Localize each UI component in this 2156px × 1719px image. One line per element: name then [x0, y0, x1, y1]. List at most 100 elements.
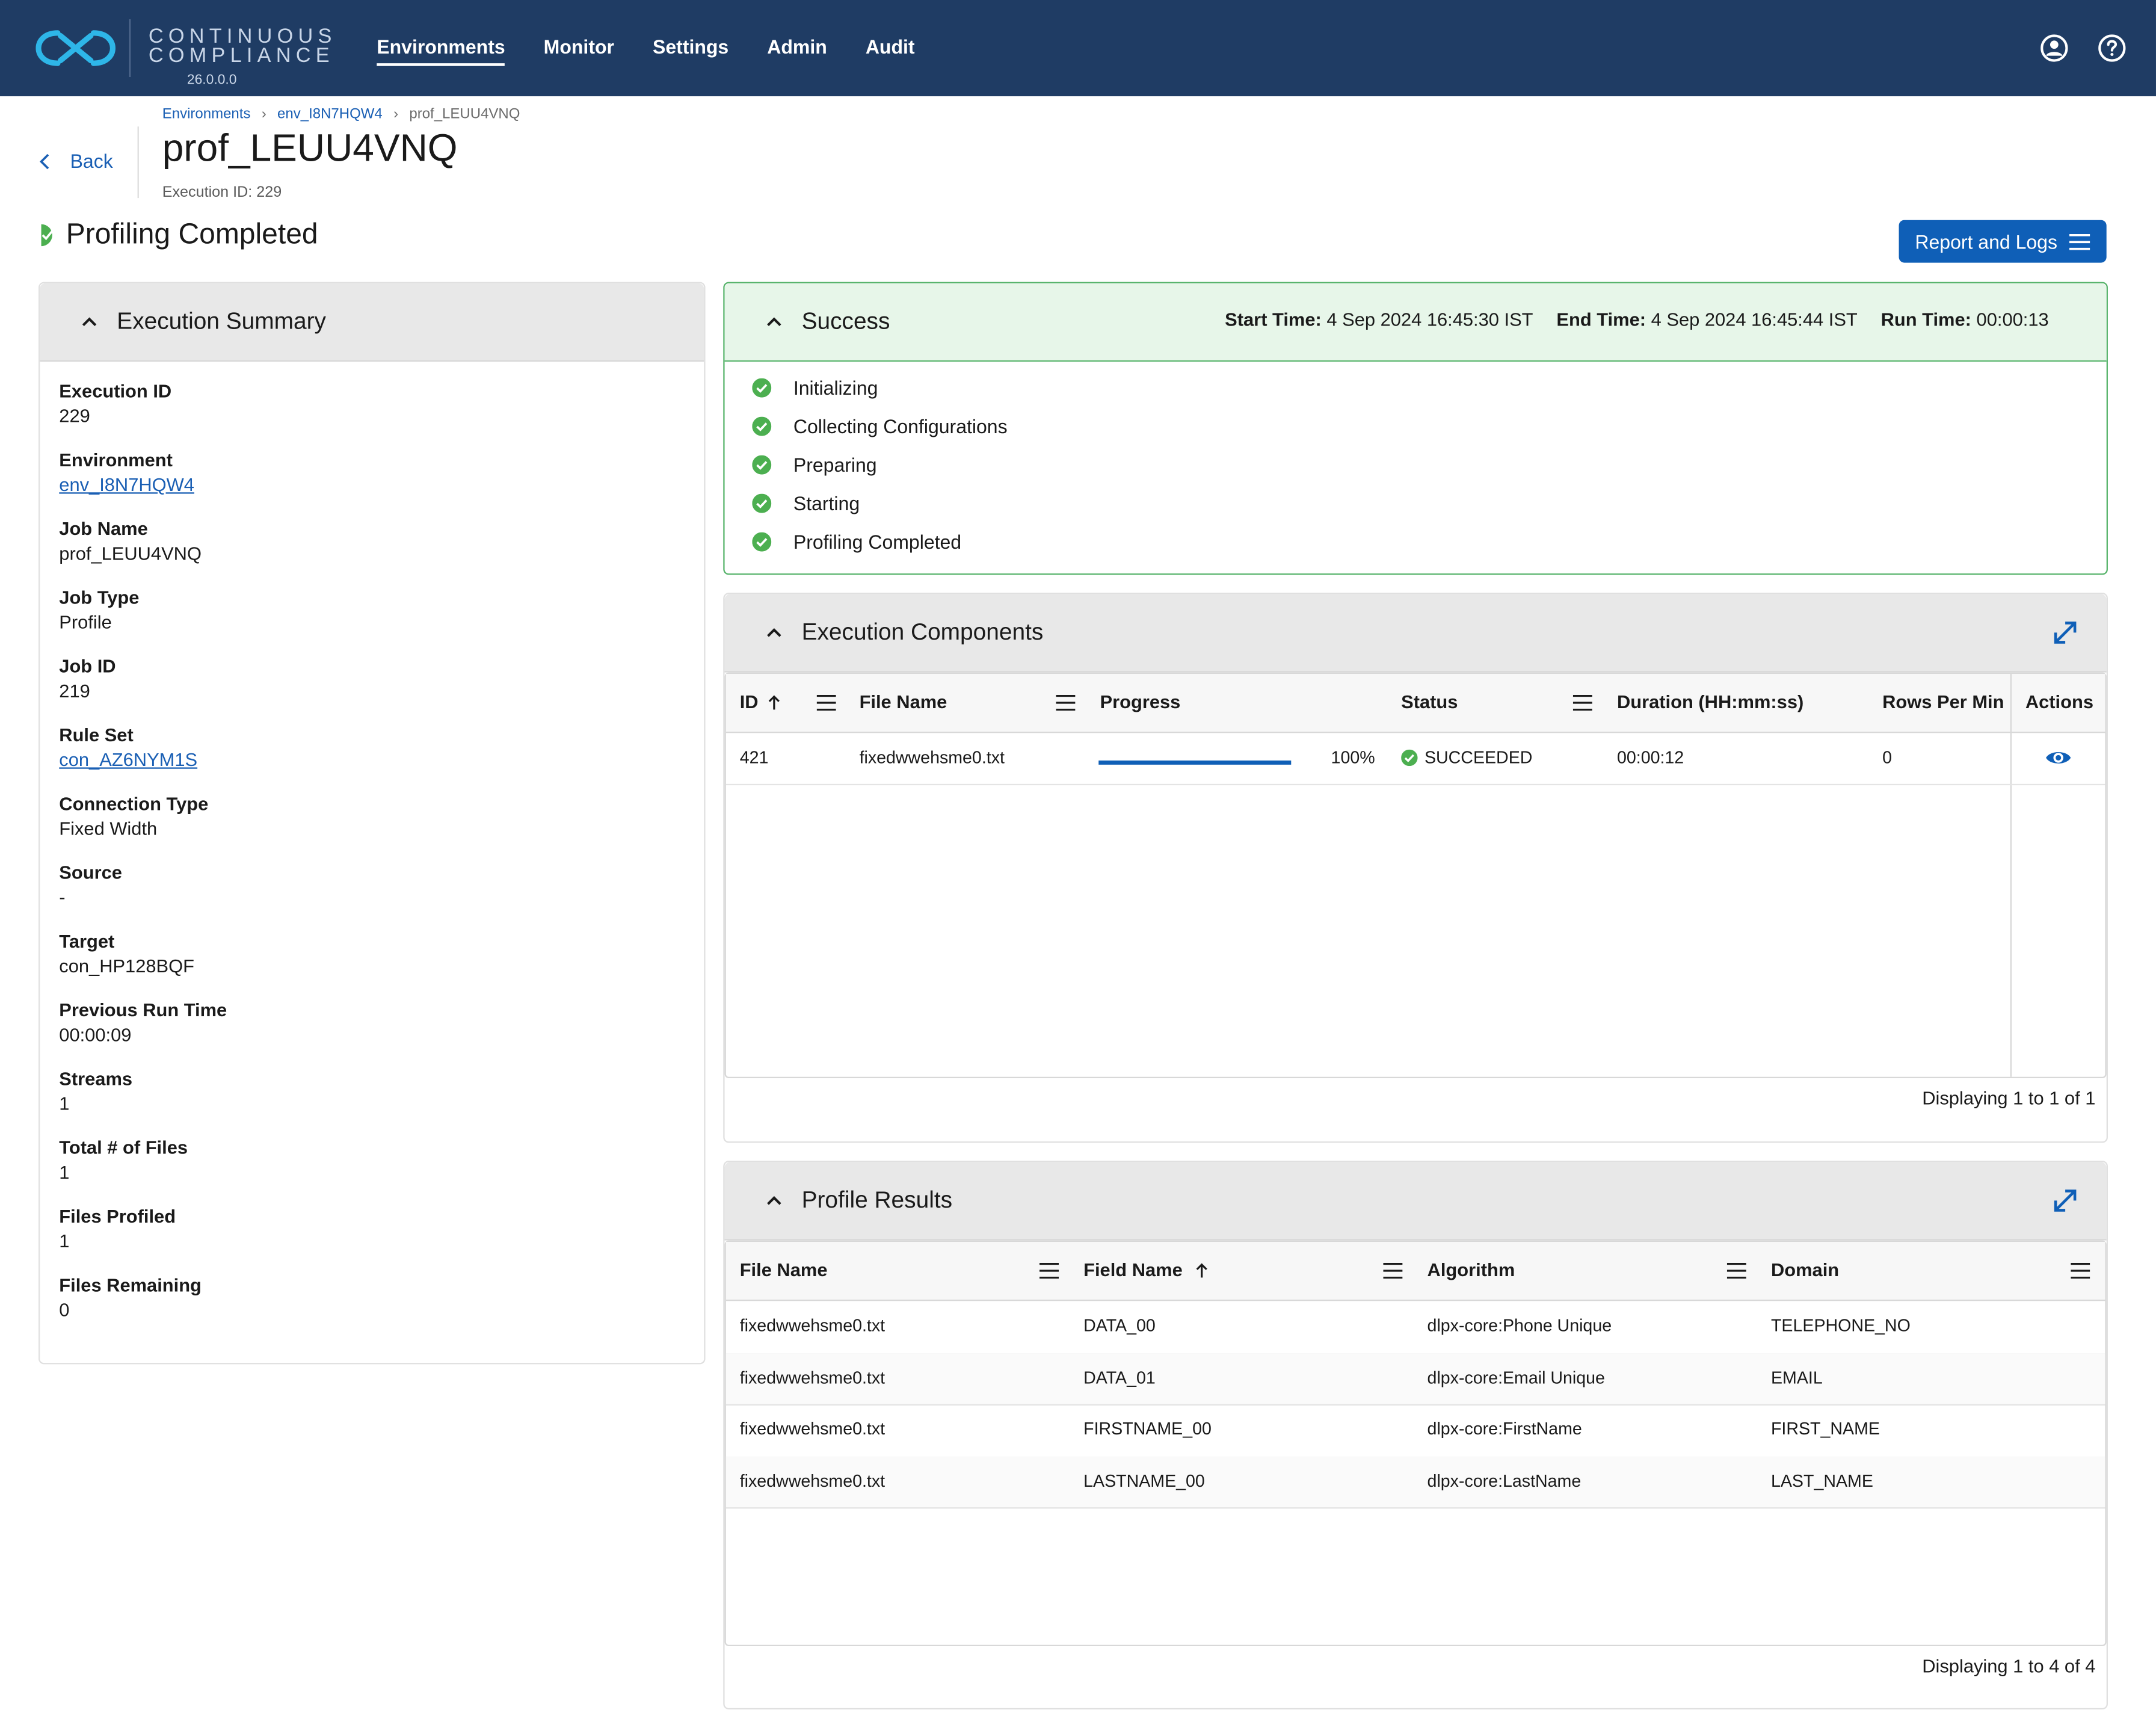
nav-audit[interactable]: Audit: [866, 35, 915, 66]
table-row[interactable]: fixedwwehsme0.txt LASTNAME_00 dlpx-core:La…: [725, 1456, 2105, 1510]
summary-field: Job ID 219: [59, 655, 227, 723]
components-pagination: Displaying 1 to 1 of 1: [1922, 1087, 2096, 1109]
step-item: Preparing: [752, 446, 1007, 484]
success-check-icon: [752, 378, 772, 398]
summary-field: Job Type Profile: [59, 586, 227, 655]
step-item: Collecting Configurations: [752, 407, 1008, 446]
col-algorithm[interactable]: Algorithm: [1428, 1260, 1515, 1280]
cell-id: 421: [739, 748, 769, 768]
chevron-up-icon[interactable]: [766, 1193, 782, 1209]
col-id[interactable]: ID: [740, 692, 759, 712]
table-row[interactable]: fixedwwehsme0.txt DATA_01 dlpx-core:Email …: [725, 1353, 2105, 1406]
summary-field: Total # of Files 1: [59, 1136, 227, 1205]
brand-name: CONTINUOUS COMPLIANCE: [149, 26, 337, 66]
column-menu-icon[interactable]: [2071, 1262, 2090, 1279]
step-label: Initializing: [793, 377, 878, 399]
main-nav: Environments Monitor Settings Admin Audi…: [377, 35, 915, 66]
summary-field: Connection Type Fixed Width: [59, 792, 227, 861]
sort-ascending-icon[interactable]: [1195, 1262, 1209, 1279]
end-time: End Time: 4 Sep 2024 16:45:44 IST: [1556, 309, 1857, 330]
report-and-logs-button[interactable]: Report and Logs: [1899, 220, 2107, 263]
nav-environments[interactable]: Environments: [377, 35, 505, 66]
table-row[interactable]: 421 fixedwwehsme0.txt 100% SUCCEEDED 00:…: [725, 733, 2105, 786]
cell-algorithm: dlpx-core:Email Unique: [1427, 1368, 1605, 1387]
success-title: Success: [801, 307, 890, 335]
nav-monitor[interactable]: Monitor: [544, 35, 614, 66]
cell-domain: EMAIL: [1770, 1368, 1823, 1387]
table-row[interactable]: fixedwwehsme0.txt FIRSTNAME_00 dlpx-core:F…: [725, 1404, 2105, 1458]
components-grid: ID File Name Progress Status Duration (H…: [724, 672, 2107, 1078]
run-time-label: Run Time:: [1880, 309, 1971, 330]
summary-field-label: Environment: [59, 449, 173, 471]
cell-file-name: fixedwwehsme0.txt: [739, 1419, 886, 1439]
summary-field-value: 1: [59, 1162, 70, 1183]
col-progress[interactable]: Progress: [1100, 692, 1181, 712]
step-label: Preparing: [793, 454, 877, 476]
back-button[interactable]: Back: [38, 150, 113, 172]
sort-ascending-icon[interactable]: [767, 694, 781, 711]
col-profile-file-name[interactable]: File Name: [740, 1260, 828, 1280]
expand-icon[interactable]: [2051, 619, 2079, 647]
cell-algorithm: dlpx-core:FirstName: [1427, 1419, 1582, 1439]
execution-components-title: Execution Components: [801, 619, 1044, 645]
summary-field-value: 00:00:09: [59, 1024, 132, 1046]
table-row[interactable]: fixedwwehsme0.txt DATA_00 dlpx-core:Phone …: [725, 1301, 2105, 1354]
breadcrumb-environment[interactable]: env_I8N7HQW4: [277, 106, 383, 122]
account-icon[interactable]: [2039, 33, 2069, 63]
summary-field: Files Profiled 1: [59, 1205, 227, 1273]
progress-bar: [1098, 760, 1292, 765]
cell-file-name: fixedwwehsme0.txt: [739, 1471, 886, 1491]
summary-field-link[interactable]: con_AZ6NYM1S: [59, 747, 227, 773]
step-item: Starting: [752, 484, 1007, 523]
column-menu-icon[interactable]: [1726, 1262, 1746, 1279]
column-menu-icon[interactable]: [1056, 694, 1076, 711]
column-menu-icon[interactable]: [816, 694, 836, 711]
step-label: Profiling Completed: [793, 531, 962, 553]
cell-field-name: DATA_00: [1083, 1316, 1156, 1336]
execution-summary-title: Execution Summary: [117, 307, 326, 335]
chevron-right-icon: ›: [261, 105, 266, 123]
chevron-left-icon: [39, 153, 49, 169]
column-menu-icon[interactable]: [1039, 1262, 1059, 1279]
help-icon[interactable]: [2097, 33, 2127, 63]
breadcrumb-environments[interactable]: Environments: [162, 106, 251, 122]
chevron-up-icon[interactable]: [766, 625, 782, 641]
cell-progress-percent: 100%: [1331, 748, 1375, 768]
col-duration[interactable]: Duration (HH:mm:ss): [1617, 692, 1803, 712]
col-domain[interactable]: Domain: [1771, 1260, 1839, 1280]
profile-results-header: Profile Results: [724, 1162, 2107, 1241]
summary-field-value: con_HP128BQF: [59, 955, 194, 977]
execution-summary-header: Execution Summary: [40, 283, 704, 362]
success-check-icon: [1401, 749, 1418, 767]
summary-field-label: Job ID: [59, 656, 116, 677]
success-check-icon: [752, 532, 772, 552]
success-check-icon: [752, 455, 772, 475]
end-time-value: 4 Sep 2024 16:45:44 IST: [1651, 309, 1858, 330]
col-file-name[interactable]: File Name: [860, 692, 947, 712]
summary-field-value: 1: [59, 1230, 70, 1251]
summary-field-value: Profile: [59, 612, 112, 633]
execution-components-panel: Execution Components ID File Name Progre…: [723, 593, 2108, 1143]
col-field-name[interactable]: Field Name: [1083, 1260, 1183, 1280]
summary-fields: Execution ID 229 Environment env_I8N7HQW4 Jo…: [59, 380, 227, 1342]
cell-domain: LAST_NAME: [1770, 1471, 1873, 1491]
col-rows-per-min[interactable]: Rows Per Min: [1882, 692, 2004, 712]
cell-algorithm: dlpx-core:Phone Unique: [1427, 1316, 1612, 1336]
col-status[interactable]: Status: [1401, 692, 1458, 712]
nav-admin[interactable]: Admin: [767, 35, 827, 66]
chevron-up-icon[interactable]: [766, 313, 782, 330]
profile-results-grid: File Name Field Name Algorithm Domain fi…: [724, 1240, 2107, 1646]
summary-field-label: Total # of Files: [59, 1137, 188, 1158]
summary-field-link[interactable]: env_I8N7HQW4: [59, 472, 227, 498]
view-eye-icon[interactable]: [2045, 747, 2072, 769]
cell-file-name: fixedwwehsme0.txt: [859, 748, 1005, 768]
expand-icon[interactable]: [2051, 1187, 2079, 1215]
summary-field-label: Files Remaining: [59, 1274, 202, 1296]
nav-settings[interactable]: Settings: [653, 35, 728, 66]
chevron-up-icon[interactable]: [81, 313, 97, 330]
column-menu-icon[interactable]: [1572, 694, 1592, 711]
breadcrumb-current: prof_LEUU4VNQ: [409, 105, 520, 123]
profile-results-title: Profile Results: [801, 1187, 953, 1213]
cell-field-name: FIRSTNAME_00: [1083, 1419, 1212, 1439]
column-menu-icon[interactable]: [1383, 1262, 1403, 1279]
